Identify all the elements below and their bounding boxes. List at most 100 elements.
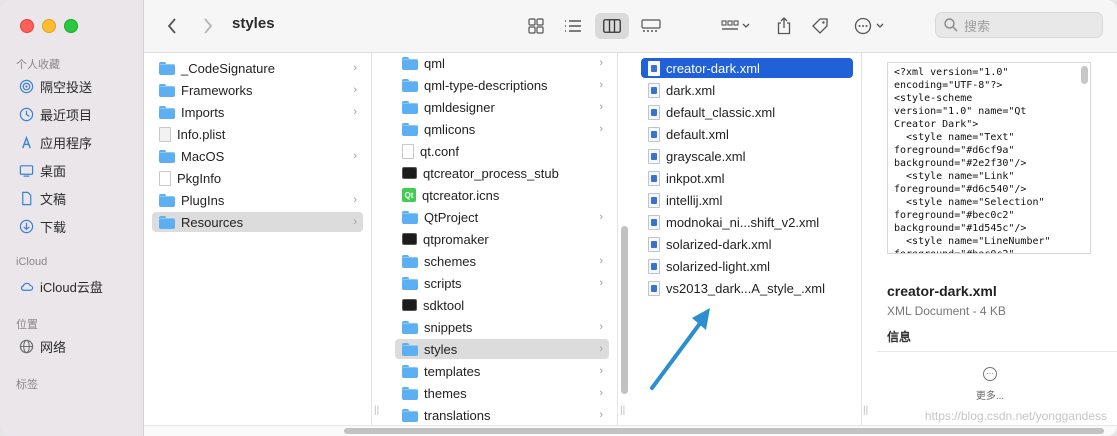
- folder-row[interactable]: qml ›: [395, 53, 609, 73]
- file-row[interactable]: qtpromaker: [395, 229, 609, 249]
- file-row[interactable]: default.xml: [641, 124, 853, 144]
- folder-row[interactable]: snippets ›: [395, 317, 609, 337]
- folder-row[interactable]: Resources ›: [152, 212, 363, 232]
- item-name: styles: [424, 341, 458, 357]
- folder-row[interactable]: templates ›: [395, 361, 609, 381]
- folder-icon: [159, 83, 175, 97]
- folder-icon: [159, 61, 175, 75]
- chevron-right-icon: ›: [353, 150, 357, 162]
- code-text: <?xml version="1.0" encoding="UTF-8"?> <…: [894, 67, 1051, 253]
- search-field[interactable]: 搜索: [935, 12, 1103, 38]
- item-name: sdktool: [423, 297, 465, 313]
- file-row[interactable]: solarized-light.xml: [641, 256, 853, 276]
- sidebar-item-airdrop[interactable]: 隔空投送: [18, 77, 92, 96]
- folder-row[interactable]: scripts ›: [395, 273, 609, 293]
- cloud-icon: [18, 279, 34, 295]
- preview-scrollbar[interactable]: [1081, 66, 1088, 84]
- list-view-button[interactable]: [561, 13, 585, 39]
- column-bundle-contents[interactable]: _CodeSignature › Frameworks › Imports › Info.p…: [144, 53, 372, 425]
- file-preview-code[interactable]: <?xml version="1.0" encoding="UTF-8"?> <…: [887, 62, 1091, 254]
- file-row[interactable]: creator-dark.xml: [641, 58, 853, 78]
- folder-row[interactable]: styles ›: [395, 339, 609, 359]
- item-name: qml: [424, 55, 445, 71]
- file-row[interactable]: inkpot.xml: [641, 168, 853, 188]
- folder-row[interactable]: _CodeSignature ›: [152, 58, 363, 78]
- horizontal-scrollbar[interactable]: [144, 425, 1117, 436]
- folder-row[interactable]: Frameworks ›: [152, 80, 363, 100]
- search-icon: [944, 18, 958, 32]
- file-row[interactable]: default_classic.xml: [641, 102, 853, 122]
- file-row[interactable]: qt.conf: [395, 141, 609, 161]
- more-button[interactable]: ··· 更多...: [967, 367, 1013, 402]
- column-resources[interactable]: qml › qml-type-descriptions › qmldesigner › qm…: [387, 53, 618, 425]
- item-name: qmldesigner: [424, 99, 495, 115]
- xml-file-icon: [648, 214, 660, 230]
- folder-row[interactable]: Imports ›: [152, 102, 363, 122]
- folder-row[interactable]: schemes ›: [395, 251, 609, 271]
- network-icon: [18, 339, 34, 355]
- item-name: qt.conf: [420, 143, 460, 159]
- folder-row[interactable]: MacOS ›: [152, 146, 363, 166]
- item-name: default_classic.xml: [666, 104, 776, 120]
- gallery-icon: [641, 19, 661, 32]
- group-by-button[interactable]: [716, 13, 756, 39]
- file-row[interactable]: PkgInfo: [152, 168, 363, 188]
- preview-file-name: creator-dark.xml: [887, 283, 997, 299]
- chevron-right-icon: ›: [599, 255, 603, 267]
- sidebar-item-downloads[interactable]: 下载: [18, 217, 66, 236]
- qt-icon: Qt: [402, 188, 416, 202]
- folder-row[interactable]: translations ›: [395, 405, 609, 425]
- file-row[interactable]: intellij.xml: [641, 190, 853, 210]
- sidebar-item-documents[interactable]: 文稿: [18, 189, 66, 208]
- chevron-right-icon: ›: [599, 57, 603, 69]
- sidebar-item-network[interactable]: 网络: [18, 337, 66, 356]
- forward-button[interactable]: [198, 13, 218, 39]
- grid-icon: [528, 18, 544, 34]
- file-row[interactable]: Info.plist: [152, 124, 363, 144]
- sidebar-item-applications[interactable]: 应用程序: [18, 133, 92, 152]
- zoom-button[interactable]: [64, 19, 78, 33]
- file-row[interactable]: dark.xml: [641, 80, 853, 100]
- folder-icon: [402, 320, 418, 334]
- column-scrollbar[interactable]: [621, 226, 628, 394]
- chevron-right-icon: ›: [599, 79, 603, 91]
- chevron-right-icon: ›: [599, 409, 603, 421]
- file-row[interactable]: sdktool: [395, 295, 609, 315]
- finder-window: 个人收藏 隔空投送 最近项目 应用程序 桌面 文稿 下载 iCloud iClo…: [0, 0, 1117, 436]
- sidebar-item-icloud-drive[interactable]: iCloud云盘: [18, 277, 103, 296]
- gallery-view-button[interactable]: [638, 13, 664, 39]
- file-row[interactable]: grayscale.xml: [641, 146, 853, 166]
- folder-row[interactable]: PlugIns ›: [152, 190, 363, 210]
- sidebar-item-desktop[interactable]: 桌面: [18, 161, 66, 180]
- window-title: styles: [232, 15, 275, 32]
- xml-file-icon: [648, 280, 660, 296]
- folder-row[interactable]: QtProject ›: [395, 207, 609, 227]
- minimize-button[interactable]: [42, 19, 56, 33]
- xml-file-icon: [648, 258, 660, 274]
- file-row[interactable]: solarized-dark.xml: [641, 234, 853, 254]
- list-icon: [565, 20, 581, 32]
- item-name: intellij.xml: [666, 192, 723, 208]
- folder-row[interactable]: qmldesigner ›: [395, 97, 609, 117]
- close-button[interactable]: [20, 19, 34, 33]
- folder-row[interactable]: qmlicons ›: [395, 119, 609, 139]
- tag-button[interactable]: [808, 13, 832, 39]
- file-row[interactable]: vs2013_dark...A_style_.xml: [641, 278, 853, 298]
- action-menu-button[interactable]: [850, 13, 890, 39]
- sidebar-item-recents[interactable]: 最近项目: [18, 105, 92, 124]
- folder-row[interactable]: qml-type-descriptions ›: [395, 75, 609, 95]
- column-view-button[interactable]: [595, 13, 629, 39]
- folder-row[interactable]: themes ›: [395, 383, 609, 403]
- xml-file-icon: [648, 60, 660, 76]
- file-row[interactable]: modnokai_ni...shift_v2.xml: [641, 212, 853, 232]
- file-row[interactable]: Qt qtcreator.icns: [395, 185, 609, 205]
- preview-file-meta: XML Document - 4 KB: [887, 304, 1006, 318]
- scrollbar-thumb[interactable]: [344, 428, 1104, 434]
- file-row[interactable]: qtcreator_process_stub: [395, 163, 609, 183]
- item-name: inkpot.xml: [666, 170, 725, 186]
- back-button[interactable]: [162, 13, 182, 39]
- share-button[interactable]: [773, 13, 795, 39]
- icon-view-button[interactable]: [524, 13, 548, 39]
- ellipsis-circle-icon: [854, 17, 884, 35]
- item-name: Info.plist: [177, 126, 226, 142]
